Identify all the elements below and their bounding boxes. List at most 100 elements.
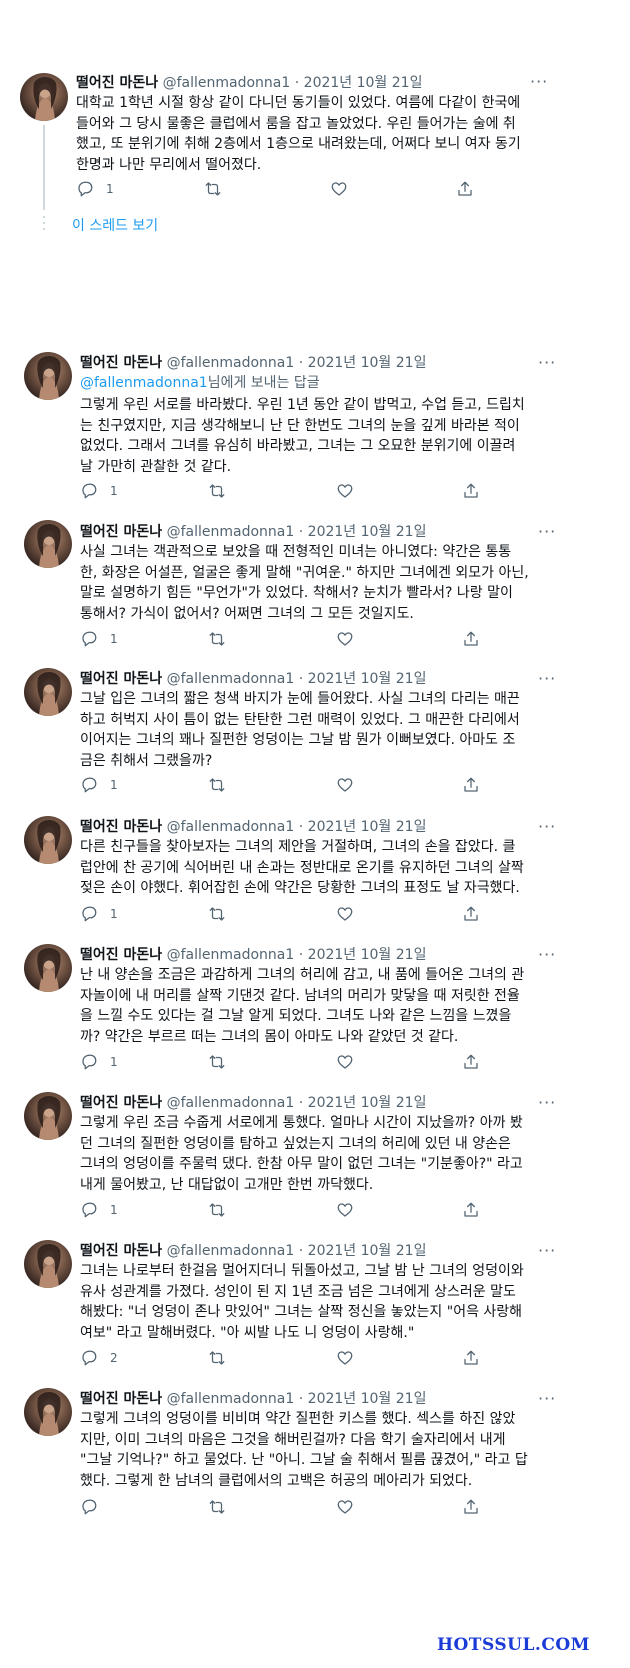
- author-name[interactable]: 떨어진 마돈나: [80, 355, 162, 371]
- share-button[interactable]: [462, 630, 480, 648]
- author-handle[interactable]: @fallenmadonna1: [167, 524, 295, 540]
- more-icon[interactable]: ···: [538, 819, 556, 835]
- share-button[interactable]: [462, 1498, 480, 1516]
- author-name[interactable]: 떨어진 마돈나: [76, 75, 158, 91]
- retweet-button[interactable]: [208, 1349, 226, 1367]
- tweet-3[interactable]: 떨어진 마돈나 @fallenmadonna1 · 2021년 10월 21일 …: [0, 666, 630, 806]
- tweet-date[interactable]: 2021년 10월 21일: [308, 1095, 427, 1111]
- like-button[interactable]: [336, 1498, 354, 1516]
- share-icon: [458, 181, 472, 196]
- avatar[interactable]: [24, 816, 72, 864]
- avatar[interactable]: [24, 1388, 72, 1436]
- more-icon[interactable]: ···: [538, 355, 556, 371]
- author-handle[interactable]: @fallenmadonna1: [167, 1095, 295, 1111]
- tweet-date[interactable]: 2021년 10월 21일: [308, 1243, 427, 1259]
- tweet-7[interactable]: 떨어진 마돈나 @fallenmadonna1 · 2021년 10월 21일 …: [0, 1238, 630, 1378]
- share-button[interactable]: [462, 776, 480, 794]
- author-handle[interactable]: @fallenmadonna1: [167, 1243, 295, 1259]
- show-thread-link[interactable]: 이 스레드 보기: [72, 215, 158, 235]
- author-name[interactable]: 떨어진 마돈나: [80, 1095, 162, 1111]
- author-name[interactable]: 떨어진 마돈나: [80, 524, 162, 540]
- avatar[interactable]: [24, 352, 72, 400]
- like-button[interactable]: [336, 482, 354, 500]
- reply-button[interactable]: 1: [80, 1053, 118, 1071]
- share-button[interactable]: [462, 482, 480, 500]
- tweet-date[interactable]: 2021년 10월 21일: [308, 524, 427, 540]
- retweet-button[interactable]: [208, 1053, 226, 1071]
- more-icon[interactable]: ···: [538, 524, 556, 540]
- retweet-button[interactable]: [208, 630, 226, 648]
- share-icon: [464, 1350, 478, 1365]
- tweet-4[interactable]: 떨어진 마돈나 @fallenmadonna1 · 2021년 10월 21일 …: [0, 814, 630, 934]
- tweet-header: 떨어진 마돈나 @fallenmadonna1 · 2021년 10월 21일: [80, 355, 427, 371]
- share-button[interactable]: [462, 905, 480, 923]
- reply-button[interactable]: 2: [80, 1349, 118, 1367]
- retweet-button[interactable]: [208, 1498, 226, 1516]
- more-icon[interactable]: ···: [530, 74, 548, 90]
- avatar[interactable]: [24, 520, 72, 568]
- like-button[interactable]: [336, 905, 354, 923]
- more-icon[interactable]: ···: [538, 1391, 556, 1407]
- tweet-date[interactable]: 2021년 10월 21일: [304, 75, 423, 91]
- tweet-date[interactable]: 2021년 10월 21일: [308, 355, 427, 371]
- avatar[interactable]: [20, 73, 68, 121]
- reply-button[interactable]: 1: [80, 905, 118, 923]
- reply-to-suffix: 님에게 보내는 답글: [207, 375, 320, 391]
- more-icon[interactable]: ···: [538, 671, 556, 687]
- reply-button[interactable]: 1: [80, 630, 118, 648]
- reply-button[interactable]: 1: [80, 1201, 118, 1219]
- like-button[interactable]: [336, 1201, 354, 1219]
- retweet-button[interactable]: [208, 905, 226, 923]
- share-button[interactable]: [462, 1053, 480, 1071]
- author-name[interactable]: 떨어진 마돈나: [80, 1391, 162, 1407]
- tweet-date[interactable]: 2021년 10월 21일: [308, 671, 427, 687]
- tweet-date[interactable]: 2021년 10월 21일: [308, 819, 427, 835]
- more-icon[interactable]: ···: [538, 947, 556, 963]
- like-button[interactable]: [336, 776, 354, 794]
- avatar[interactable]: [24, 944, 72, 992]
- tweet-2[interactable]: 떨어진 마돈나 @fallenmadonna1 · 2021년 10월 21일 …: [0, 518, 630, 658]
- author-handle[interactable]: @fallenmadonna1: [167, 819, 295, 835]
- tweet-8[interactable]: 떨어진 마돈나 @fallenmadonna1 · 2021년 10월 21일 …: [0, 1386, 630, 1526]
- like-button[interactable]: [336, 630, 354, 648]
- share-button[interactable]: [462, 1201, 480, 1219]
- reply-button[interactable]: 1: [80, 482, 118, 500]
- reply-button[interactable]: 1: [76, 180, 114, 198]
- like-button[interactable]: [336, 1349, 354, 1367]
- author-name[interactable]: 떨어진 마돈나: [80, 819, 162, 835]
- avatar[interactable]: [24, 668, 72, 716]
- retweet-button[interactable]: [208, 482, 226, 500]
- tweet-0[interactable]: 떨어진 마돈나 @fallenmadonna1 · 2021년 10월 21일 …: [0, 0, 630, 240]
- reply-button[interactable]: [80, 1498, 110, 1516]
- author-name[interactable]: 떨어진 마돈나: [80, 947, 162, 963]
- avatar[interactable]: [24, 1092, 72, 1140]
- retweet-icon: [209, 1203, 225, 1217]
- like-button[interactable]: [330, 180, 348, 198]
- author-name[interactable]: 떨어진 마돈나: [80, 1243, 162, 1259]
- retweet-button[interactable]: [204, 180, 222, 198]
- author-handle[interactable]: @fallenmadonna1: [163, 75, 291, 91]
- more-icon[interactable]: ···: [538, 1095, 556, 1111]
- tweet-5[interactable]: 떨어진 마돈나 @fallenmadonna1 · 2021년 10월 21일 …: [0, 942, 630, 1082]
- reply-to-mention[interactable]: @fallenmadonna1: [80, 375, 208, 391]
- share-icon: [464, 631, 478, 646]
- author-handle[interactable]: @fallenmadonna1: [167, 355, 295, 371]
- like-button[interactable]: [336, 1053, 354, 1071]
- author-handle[interactable]: @fallenmadonna1: [167, 947, 295, 963]
- reply-button[interactable]: 1: [80, 776, 118, 794]
- share-button[interactable]: [456, 180, 474, 198]
- share-icon: [464, 1054, 478, 1069]
- author-handle[interactable]: @fallenmadonna1: [167, 1391, 295, 1407]
- author-name[interactable]: 떨어진 마돈나: [80, 671, 162, 687]
- share-button[interactable]: [462, 1349, 480, 1367]
- retweet-button[interactable]: [208, 1201, 226, 1219]
- tweet-date[interactable]: 2021년 10월 21일: [308, 1391, 427, 1407]
- tweet-1[interactable]: 떨어진 마돈나 @fallenmadonna1 · 2021년 10월 21일 …: [0, 350, 630, 510]
- retweet-button[interactable]: [208, 776, 226, 794]
- tweet-date[interactable]: 2021년 10월 21일: [308, 947, 427, 963]
- author-handle[interactable]: @fallenmadonna1: [167, 671, 295, 687]
- tweet-header: 떨어진 마돈나 @fallenmadonna1 · 2021년 10월 21일: [80, 1095, 427, 1111]
- tweet-6[interactable]: 떨어진 마돈나 @fallenmadonna1 · 2021년 10월 21일 …: [0, 1090, 630, 1230]
- avatar[interactable]: [24, 1240, 72, 1288]
- more-icon[interactable]: ···: [538, 1243, 556, 1259]
